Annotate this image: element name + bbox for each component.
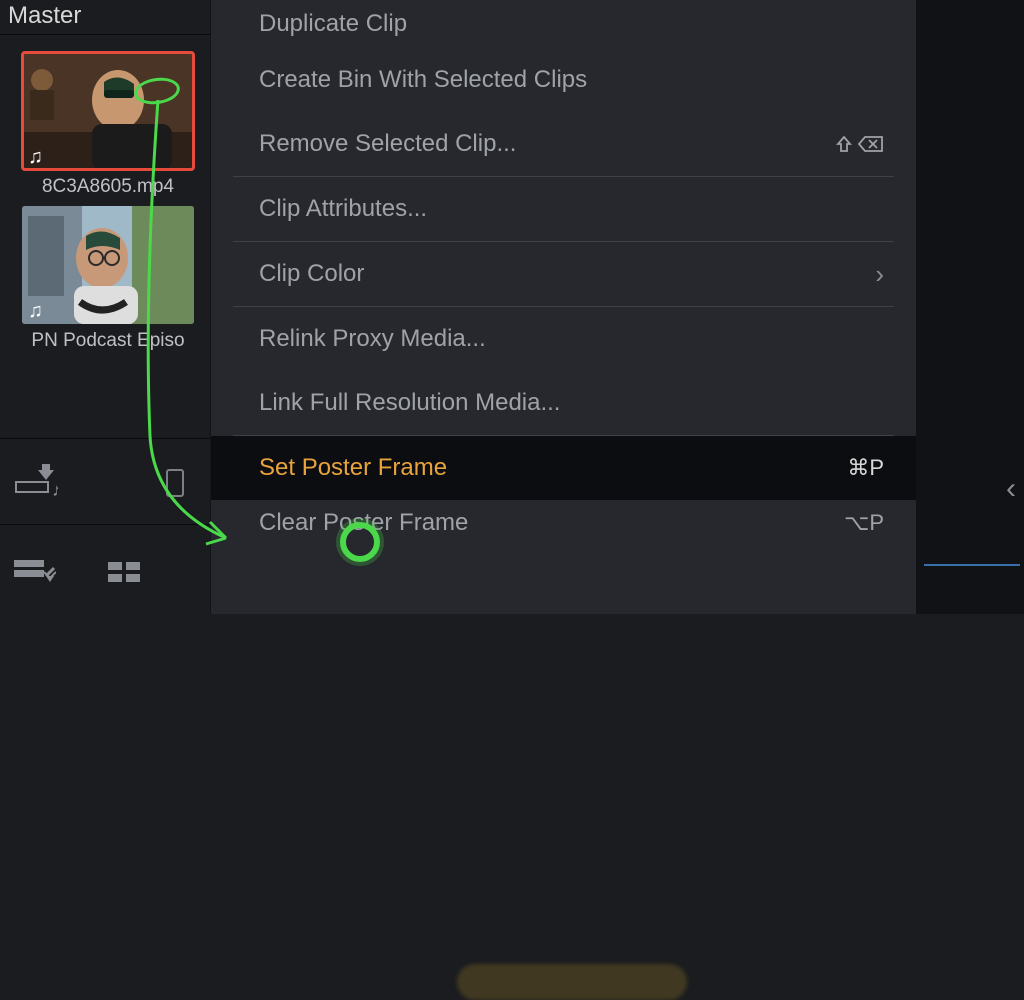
menu-item-create-bin[interactable]: Create Bin With Selected Clips [211, 48, 916, 112]
menu-item-label: Clip Color [259, 260, 364, 288]
toolbar-row-1: ♪ [0, 450, 210, 526]
clip-thumbnail[interactable]: ♫ [22, 206, 194, 324]
menu-item-label: Clear Poster Frame [259, 509, 468, 537]
menu-item-duplicate-clip[interactable]: Duplicate Clip [211, 0, 916, 48]
menu-item-label: Duplicate Clip [259, 10, 407, 38]
music-note-icon: ♫ [28, 300, 46, 318]
menu-item-clear-poster-frame[interactable]: Clear Poster Frame ⌥P [211, 500, 916, 546]
toolbar-row-2 [0, 540, 210, 610]
menu-item-label: Link Full Resolution Media... [259, 389, 560, 417]
menu-item-label: Remove Selected Clip... [259, 130, 516, 158]
device-icon[interactable] [164, 468, 186, 503]
menu-item-label: Relink Proxy Media... [259, 325, 486, 353]
timeline-insert-icon[interactable]: ♪ [12, 460, 58, 507]
clip-item[interactable]: ♫ PN Podcast Episo [22, 206, 194, 352]
menu-item-link-full-res[interactable]: Link Full Resolution Media... [211, 371, 916, 435]
menu-item-remove-selected[interactable]: Remove Selected Clip... [211, 112, 916, 176]
menu-item-clip-color[interactable]: Clip Color › [211, 242, 916, 306]
menu-item-set-poster-frame[interactable]: Set Poster Frame ⌘P [211, 436, 916, 500]
music-note-icon: ♫ [28, 146, 46, 164]
menu-item-label: Clip Attributes... [259, 195, 427, 223]
chevron-right-icon: › [875, 259, 884, 290]
clip-label: 8C3A8605.mp4 [42, 176, 174, 198]
track-list-icon[interactable] [12, 558, 56, 593]
shortcut-opt-p: ⌥P [844, 510, 884, 536]
clip-thumbnail[interactable]: ♫ [22, 52, 194, 170]
shortcut-shift-delete [834, 134, 884, 154]
clip-label: PN Podcast Episo [31, 330, 184, 352]
menu-item-label: Set Poster Frame [259, 454, 447, 482]
svg-text:♪: ♪ [52, 480, 58, 500]
menu-item-label: Create Bin With Selected Clips [259, 66, 587, 94]
chevron-left-icon[interactable]: ‹ [1006, 472, 1016, 506]
menu-item-clip-attributes[interactable]: Clip Attributes... [211, 177, 916, 241]
stack-icon[interactable] [104, 558, 144, 593]
menu-item-relink-proxy[interactable]: Relink Proxy Media... [211, 307, 916, 371]
right-panel [916, 0, 1024, 614]
shortcut-cmd-p: ⌘P [847, 455, 884, 481]
context-menu: Duplicate Clip Create Bin With Selected … [210, 0, 916, 614]
timeline-track [924, 564, 1020, 566]
media-pool: ♫ 8C3A8605.mp4 ♫ PN Podcast Episo [0, 40, 210, 356]
annotation-highlight [457, 964, 687, 1000]
clip-item[interactable]: ♫ 8C3A8605.mp4 [22, 52, 194, 198]
panel-title: Master [8, 2, 81, 30]
